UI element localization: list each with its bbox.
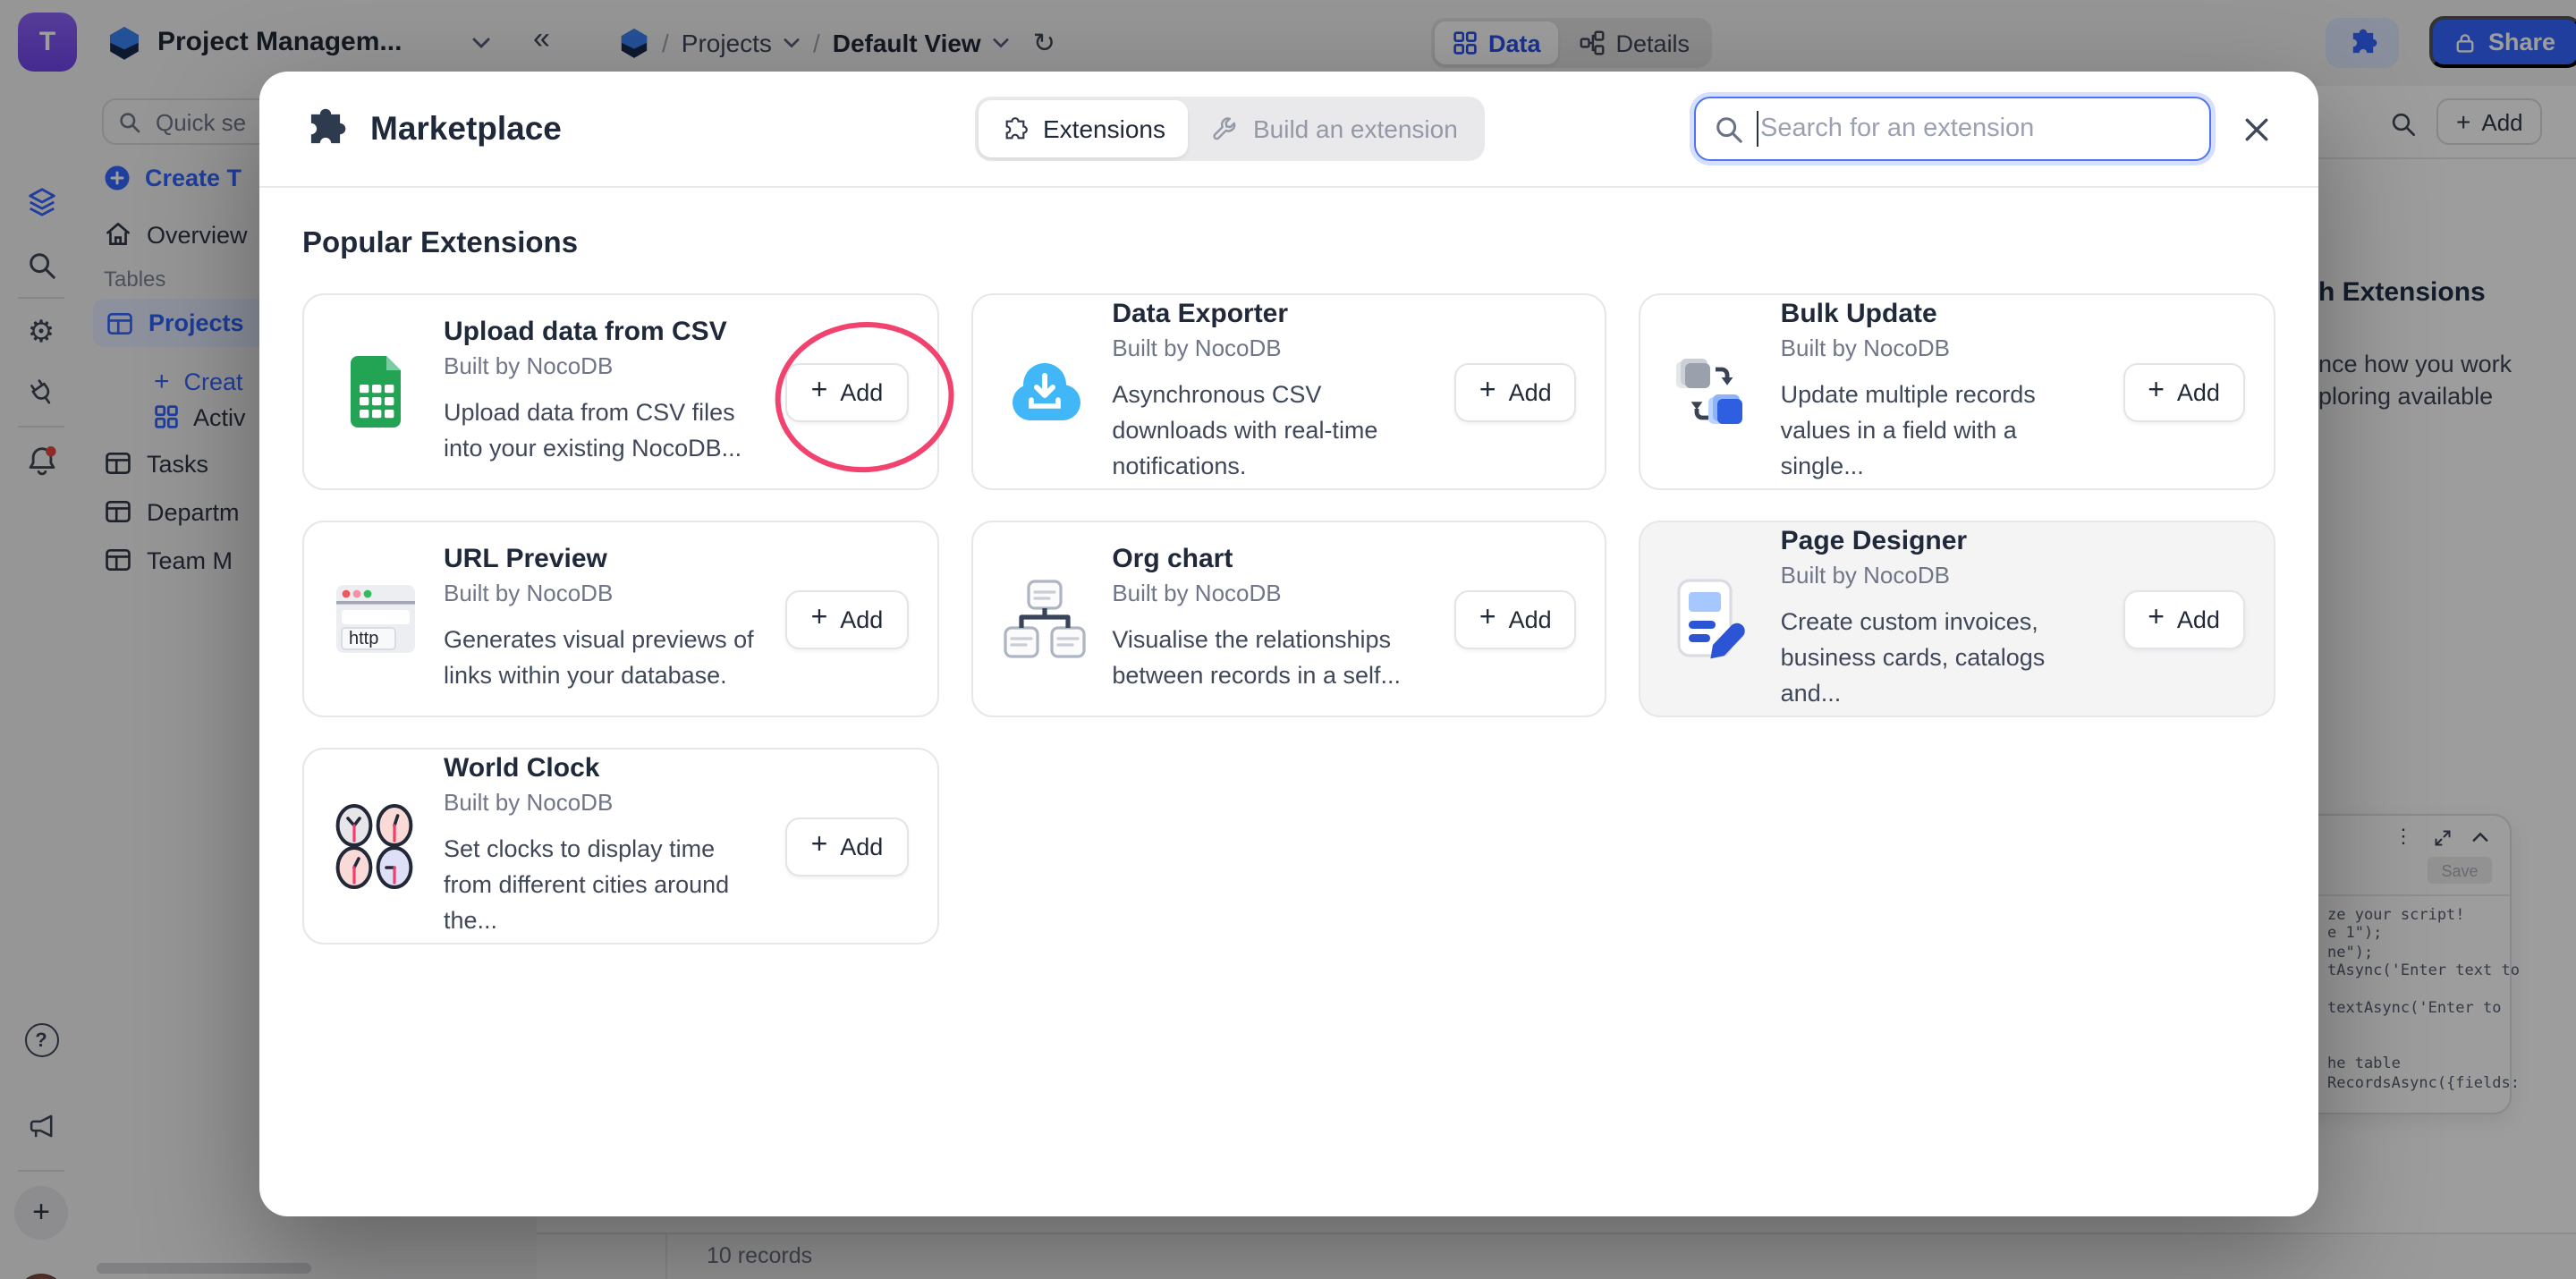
app-root: T Project Managem... « / Projects / Defa… <box>0 0 2576 1279</box>
extension-card-upload-csv[interactable]: Upload data from CSV Built by NocoDB Upl… <box>302 293 938 490</box>
add-label: Add <box>1509 378 1552 405</box>
marketplace-tabs: Extensions Build an extension <box>975 97 1485 161</box>
marketplace-modal: Marketplace Extensions Build an extensio… <box>259 72 2318 1216</box>
extension-author: Built by NocoDB <box>1781 561 2098 588</box>
extension-description: Upload data from CSV files into your exi… <box>444 395 761 468</box>
section-title: Popular Extensions <box>302 227 2275 261</box>
stage: T Project Managem... « / Projects / Defa… <box>0 0 2576 1279</box>
extension-description: Set clocks to display time from differen… <box>444 831 761 940</box>
extension-search-input[interactable] <box>1694 97 2211 161</box>
extension-card-url-preview[interactable]: http URL Preview Built by NocoDB Generat… <box>302 521 938 717</box>
browser-window-icon: http <box>333 583 419 655</box>
search-icon <box>1714 114 1744 145</box>
extension-author: Built by NocoDB <box>1112 334 1429 360</box>
bulk-update-icon <box>1670 352 1756 431</box>
extension-card-data-exporter[interactable]: Data Exporter Built by NocoDB Asynchrono… <box>970 293 1606 490</box>
tab-build-extension[interactable]: Build an extension <box>1189 100 1481 157</box>
cloud-download-icon <box>1001 356 1087 428</box>
text-cursor <box>1757 111 1758 147</box>
extension-card-page-designer[interactable]: Page Designer Built by NocoDB Create cus… <box>1640 521 2275 717</box>
extension-name: URL Preview <box>444 544 761 574</box>
extension-name: Page Designer <box>1781 525 2098 555</box>
add-label: Add <box>2177 606 2220 632</box>
extension-card-world-clock[interactable]: World Clock Built by NocoDB Set clocks t… <box>302 748 938 944</box>
modal-title: Marketplace <box>370 109 562 148</box>
extension-card-org-chart[interactable]: Org chart Built by NocoDB Visualise the … <box>970 521 1606 717</box>
add-extension-button[interactable]: + Add <box>786 817 909 876</box>
plus-icon: + <box>1479 603 1496 635</box>
plus-icon: + <box>2148 376 2165 408</box>
extension-search <box>1694 97 2211 161</box>
add-label: Add <box>840 378 883 405</box>
plus-icon: + <box>811 376 828 408</box>
extension-name: Data Exporter <box>1112 298 1429 328</box>
add-extension-button[interactable]: + Add <box>1454 589 1577 648</box>
add-extension-button[interactable]: + Add <box>1454 362 1577 421</box>
add-label: Add <box>840 833 883 860</box>
close-button[interactable] <box>2231 104 2281 154</box>
add-label: Add <box>1509 606 1552 632</box>
extension-author: Built by NocoDB <box>444 352 761 379</box>
add-extension-button[interactable]: + Add <box>2123 362 2245 421</box>
extension-description: Asynchronous CSV downloads with real-tim… <box>1112 377 1429 486</box>
extension-author: Built by NocoDB <box>444 788 761 815</box>
plus-icon: + <box>811 830 828 862</box>
extension-name: Org chart <box>1112 544 1429 574</box>
extension-author: Built by NocoDB <box>1112 580 1429 606</box>
csv-sheet-icon <box>333 352 419 431</box>
extension-name: Upload data from CSV <box>444 317 761 347</box>
world-clock-icon <box>333 803 419 889</box>
modal-header: Marketplace Extensions Build an extensio… <box>259 72 2318 188</box>
puzzle-outline-icon <box>1002 115 1029 142</box>
plus-icon: + <box>811 603 828 635</box>
extension-description: Create custom invoices, business cards, … <box>1781 604 2098 713</box>
svg-text:http: http <box>349 629 378 648</box>
add-extension-button[interactable]: + Add <box>2123 589 2245 648</box>
plus-icon: + <box>2148 603 2165 635</box>
add-extension-button[interactable]: + Add <box>786 362 909 421</box>
extensions-grid: Upload data from CSV Built by NocoDB Upl… <box>302 293 2275 944</box>
tab-extensions-label: Extensions <box>1043 114 1165 143</box>
add-label: Add <box>840 606 883 632</box>
puzzle-icon <box>302 106 349 152</box>
extension-description: Visualise the relationships between reco… <box>1112 623 1429 695</box>
plus-icon: + <box>1479 376 1496 408</box>
extension-card-bulk-update[interactable]: Bulk Update Built by NocoDB Update multi… <box>1640 293 2275 490</box>
extension-name: World Clock <box>444 752 761 783</box>
extension-description: Generates visual previews of links withi… <box>444 623 761 695</box>
tab-build-label: Build an extension <box>1253 114 1458 143</box>
add-extension-button[interactable]: + Add <box>786 589 909 648</box>
extension-name: Bulk Update <box>1781 298 2098 328</box>
tab-extensions[interactable]: Extensions <box>979 100 1189 157</box>
extension-description: Update multiple records values in a fiel… <box>1781 377 2098 486</box>
wrench-icon <box>1212 115 1239 142</box>
extension-author: Built by NocoDB <box>444 580 761 606</box>
modal-body: Popular Extensions Upload data from CSV … <box>259 227 2318 944</box>
add-label: Add <box>2177 378 2220 405</box>
page-designer-icon <box>1670 578 1756 660</box>
org-chart-icon <box>1001 580 1087 658</box>
extension-author: Built by NocoDB <box>1781 334 2098 360</box>
